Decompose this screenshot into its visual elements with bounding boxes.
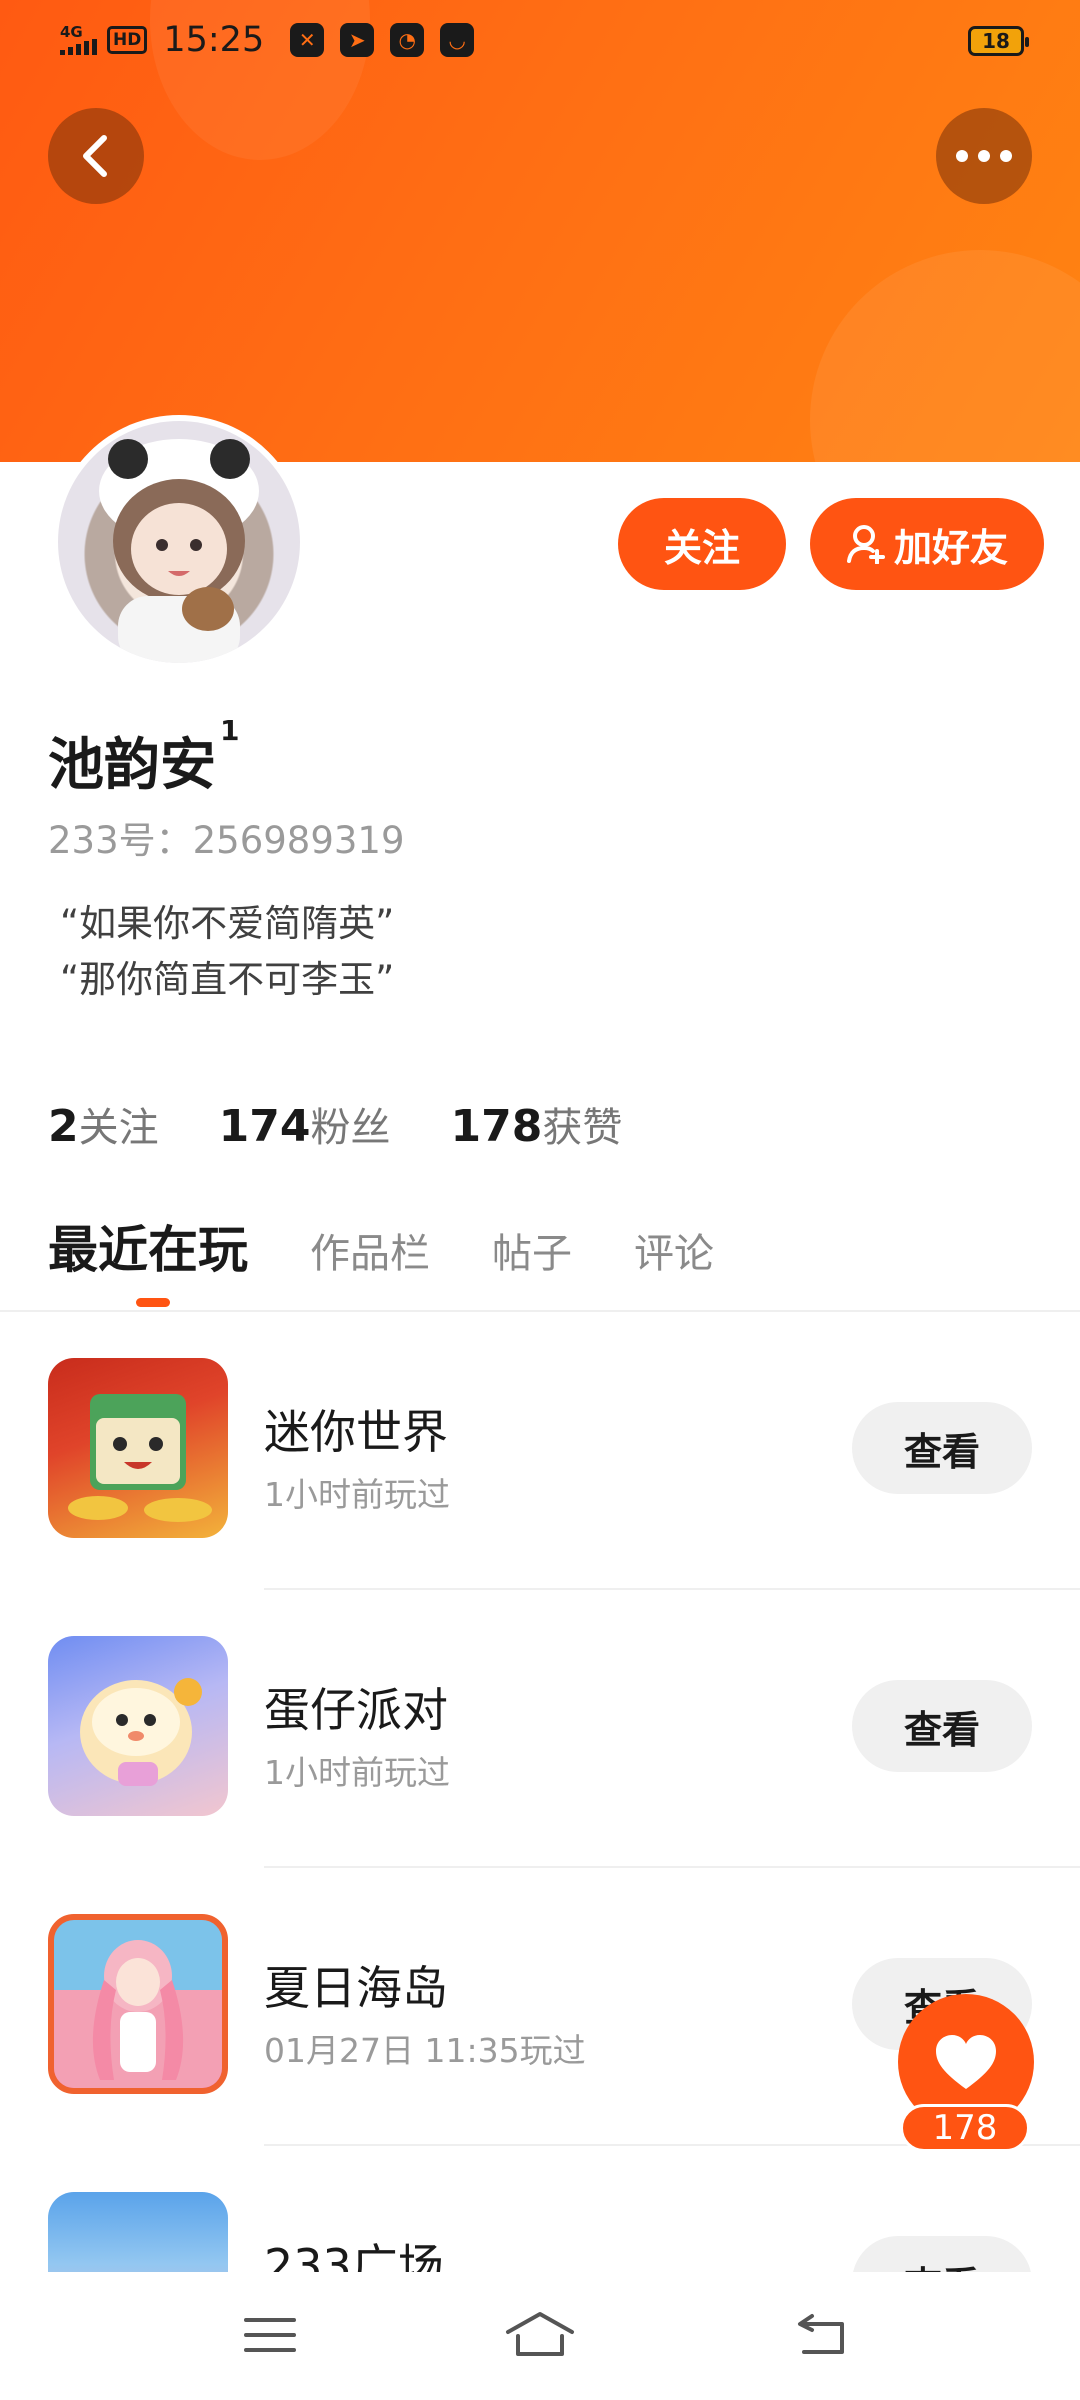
profile-bio: “如果你不爱简隋英” “那你简直不可李玉”: [60, 896, 394, 1008]
view-button[interactable]: 查看: [852, 1680, 1032, 1772]
system-navigation-bar: [0, 2272, 1080, 2400]
profile-tabs: 最近在玩 作品栏 帖子 评论: [48, 1210, 714, 1282]
game-icon-eggy-party: [48, 1636, 228, 1816]
game-last-played: 1小时前玩过: [264, 1475, 450, 1514]
tab-recently-played[interactable]: 最近在玩: [48, 1210, 248, 1282]
game-title: 夏日海岛: [264, 1961, 448, 2015]
game-icon-233-plaza: [48, 2192, 228, 2272]
game-title: 233广场: [264, 2239, 444, 2272]
capcut-icon: ✕: [290, 23, 325, 57]
fans-label: 粉丝: [310, 1105, 391, 1151]
game-icon-summer-island: [48, 1914, 228, 2094]
heart-icon: [936, 2035, 996, 2089]
avatar[interactable]: [52, 415, 306, 669]
add-user-icon: [846, 525, 885, 564]
stat-following[interactable]: 2关注: [48, 1095, 159, 1153]
bio-line: “那你简直不可李玉”: [60, 958, 395, 1001]
view-button[interactable]: 查看: [852, 1402, 1032, 1494]
back-button[interactable]: [48, 108, 144, 204]
telegram-icon: ➤: [340, 23, 375, 57]
banner-decoration: [810, 250, 1080, 462]
stat-likes[interactable]: 178获赞: [450, 1095, 622, 1153]
active-tab-indicator: [136, 1298, 170, 1307]
user-id: 233号：256989319: [48, 819, 405, 862]
list-item[interactable]: 迷你世界 1小时前玩过 查看: [0, 1358, 1080, 1636]
follow-label: 关注: [663, 525, 740, 570]
name-badge: 1: [220, 714, 240, 747]
profile-stats: 2关注 174粉丝 178获赞: [48, 1095, 622, 1153]
chevron-left-icon: [83, 135, 107, 177]
following-count: 2: [48, 1101, 79, 1152]
profile-name-text: 池韵安: [48, 733, 216, 798]
tab-works[interactable]: 作品栏: [310, 1221, 430, 1279]
tab-posts[interactable]: 帖子: [492, 1221, 572, 1279]
fans-count: 174: [218, 1101, 311, 1152]
signal-icon: 4G: [60, 25, 97, 55]
likes-label: 获赞: [542, 1105, 623, 1151]
likes-count: 178: [450, 1101, 543, 1152]
hd-badge: HD: [107, 26, 148, 54]
back-nav-icon[interactable]: [792, 2310, 852, 2360]
battery-icon: 18: [968, 26, 1029, 56]
view-button[interactable]: 查看: [852, 2236, 1032, 2272]
like-count-badge: 178: [900, 2104, 1030, 2152]
add-friend-label: 加好友: [893, 525, 1008, 570]
divider: [264, 1588, 1080, 1590]
status-time: 15:25: [163, 20, 265, 60]
stat-fans[interactable]: 174粉丝: [219, 1095, 391, 1153]
menu-icon[interactable]: [240, 2310, 300, 2360]
avatar-image: [58, 421, 300, 663]
divider: [0, 1310, 1080, 1312]
divider: [264, 1866, 1080, 1868]
game-last-played: 01月27日 11:35玩过: [264, 2031, 586, 2070]
tab-comments[interactable]: 评论: [634, 1221, 714, 1279]
game-icon-mini-world: [48, 1358, 228, 1538]
home-icon[interactable]: [504, 2310, 576, 2360]
game-title: 迷你世界: [264, 1405, 448, 1459]
network-type: 4G: [60, 23, 83, 41]
status-bar: 4G HD 15:25 ✕ ➤ ◔ ◡ 18: [0, 0, 1080, 84]
quark-icon: ◔: [390, 23, 425, 57]
following-label: 关注: [78, 1105, 159, 1151]
list-item[interactable]: 233广场 查看: [0, 2192, 1080, 2272]
bio-line: “如果你不爱简隋英”: [60, 902, 395, 945]
add-friend-button[interactable]: 加好友: [810, 498, 1044, 590]
bag-icon: ◡: [440, 23, 475, 57]
list-item[interactable]: 蛋仔派对 1小时前玩过 查看: [0, 1636, 1080, 1914]
profile-name: 池韵安1: [48, 714, 239, 801]
more-dots-icon: [956, 150, 1012, 162]
more-button[interactable]: [936, 108, 1032, 204]
game-title: 蛋仔派对: [264, 1683, 448, 1737]
follow-button[interactable]: 关注: [618, 498, 786, 590]
game-last-played: 1小时前玩过: [264, 1753, 450, 1792]
